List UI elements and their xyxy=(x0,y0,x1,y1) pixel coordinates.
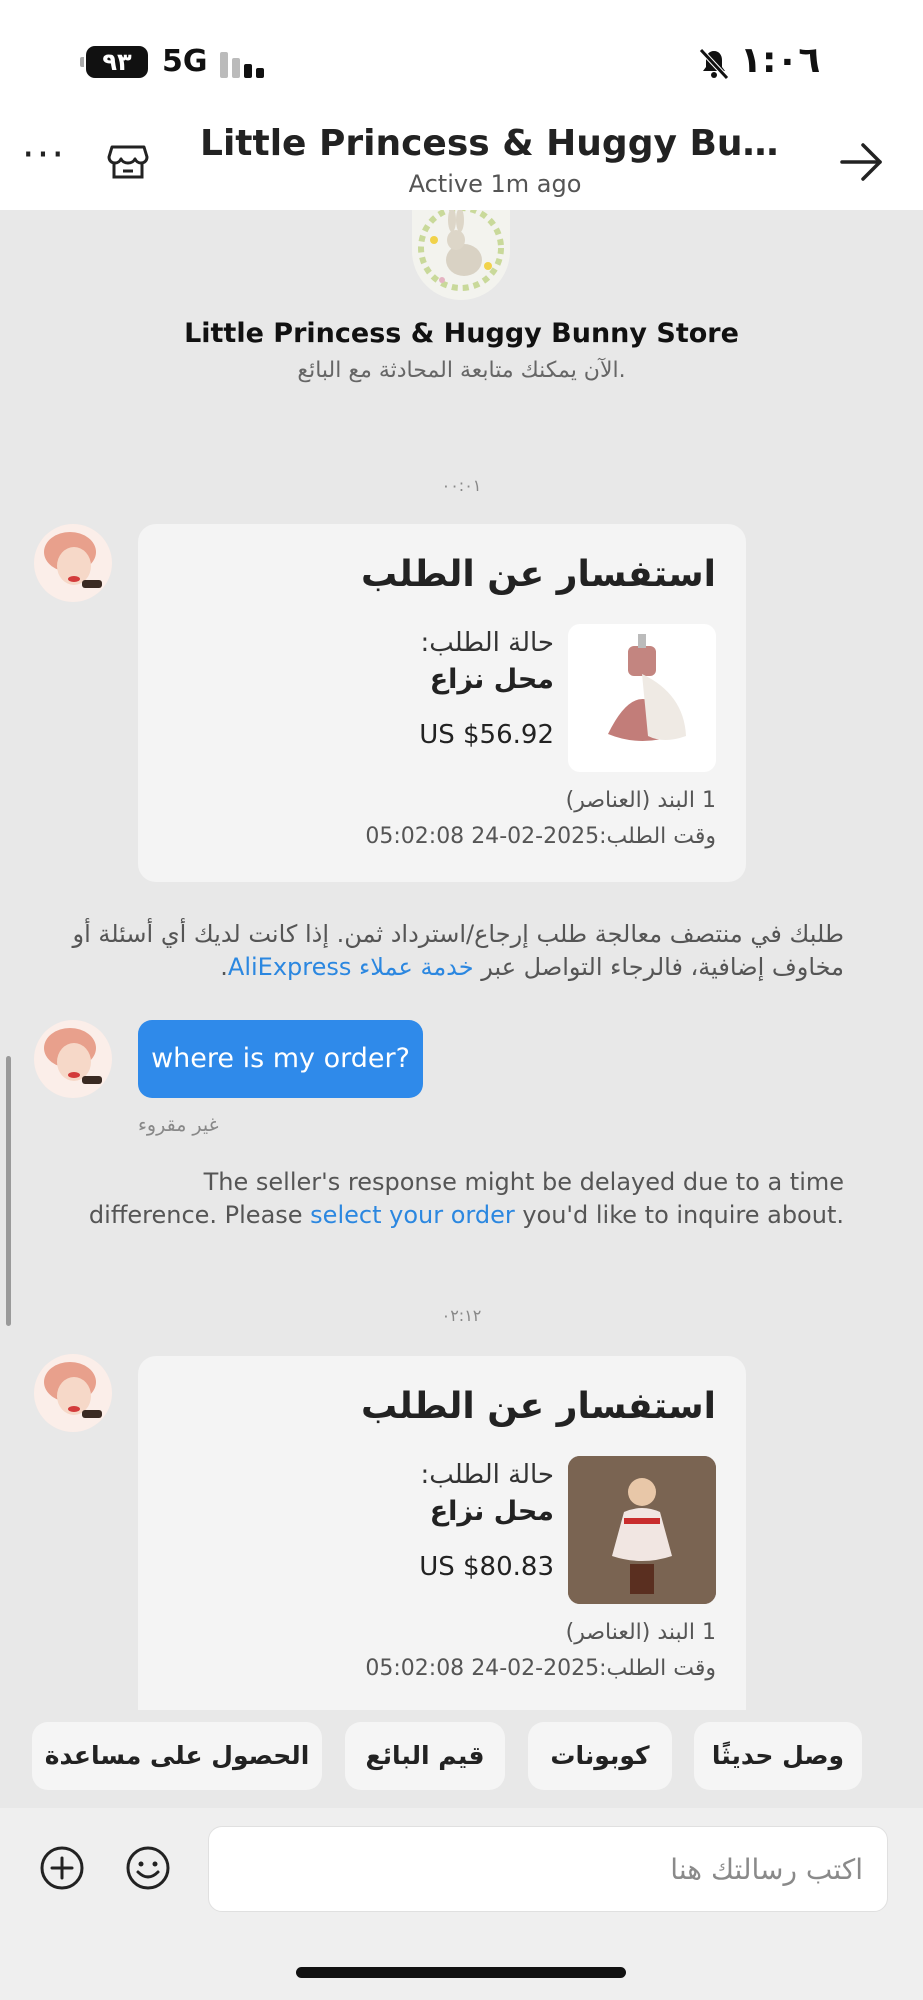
card-title: استفسار عن الطلب xyxy=(360,554,716,595)
mute-icon xyxy=(699,48,729,80)
order-card[interactable]: استفسار عن الطلب حالة الطلب: محل نزاع US… xyxy=(138,1356,746,1710)
store-avatar[interactable] xyxy=(412,210,510,300)
product-image[interactable] xyxy=(568,624,716,772)
order-status-label: حالة الطلب: xyxy=(420,628,555,658)
order-card[interactable]: استفسار عن الطلب حالة الطلب: محل نزاع US… xyxy=(138,524,746,882)
item-count: 1 البند (العناصر) xyxy=(565,788,716,813)
status-bar: ٩٣ 5G ١:٠٦ xyxy=(0,0,923,115)
item-count: 1 البند (العناصر) xyxy=(565,1620,716,1645)
product-image[interactable] xyxy=(568,1456,716,1604)
chat-header: ··· Little Princess & Huggy Bunny S... A… xyxy=(0,115,923,210)
customer-service-link[interactable]: خدمة عملاء AliExpress xyxy=(228,953,474,981)
user-avatar xyxy=(34,524,112,602)
timestamp: ٠٢:١٢ xyxy=(441,1306,482,1325)
more-icon[interactable]: ··· xyxy=(20,135,68,175)
message-input[interactable] xyxy=(208,1826,888,1912)
order-status-label: حالة الطلب: xyxy=(420,1460,555,1490)
order-time: وقت الطلب:2025-02-24 05:02:08 xyxy=(365,1656,716,1681)
signal-icon xyxy=(218,48,270,78)
order-status-value: محل نزاع xyxy=(429,1496,554,1527)
clock: ١:٠٦ xyxy=(740,40,821,81)
order-status-value: محل نزاع xyxy=(429,664,554,695)
emoji-icon[interactable] xyxy=(124,1844,172,1892)
new-arrivals-chip[interactable]: وصل حديثًا xyxy=(694,1722,862,1790)
delay-note: The seller's response might be delayed d… xyxy=(88,1168,844,1229)
header-title: Little Princess & Huggy Bunny S... xyxy=(200,123,790,164)
store-name: Little Princess & Huggy Bunny Store xyxy=(184,318,739,349)
get-help-chip[interactable]: الحصول على مساعدة xyxy=(32,1722,322,1790)
active-status: Active 1m ago xyxy=(408,170,582,198)
coupons-chip[interactable]: كوبونات xyxy=(528,1722,672,1790)
user-message-bubble[interactable]: where is my order? xyxy=(138,1020,423,1098)
chat-area[interactable]: Little Princess & Huggy Bunny Store الآن… xyxy=(0,210,923,1710)
unread-label: غير مقروء xyxy=(138,1114,219,1136)
order-price: US $56.92 xyxy=(419,720,554,750)
order-price: US $80.83 xyxy=(419,1552,554,1582)
quick-actions: وصل حديثًا كوبونات قيم البائع الحصول على… xyxy=(0,1710,923,1810)
scrollbar[interactable] xyxy=(6,1056,11,1326)
store-note: الآن يمكنك متابعة المحادثة مع البائع. xyxy=(297,358,626,383)
user-avatar xyxy=(34,1020,112,1098)
card-title: استفسار عن الطلب xyxy=(360,1386,716,1427)
select-order-link[interactable]: select your order xyxy=(310,1201,515,1229)
store-icon[interactable] xyxy=(104,137,152,185)
network-type: 5G xyxy=(162,44,208,79)
user-avatar xyxy=(34,1354,112,1432)
refund-note: طلبك في منتصف معالجة طلب إرجاع/استرداد ث… xyxy=(72,920,844,981)
rate-seller-chip[interactable]: قيم البائع xyxy=(345,1722,505,1790)
back-arrow-icon[interactable] xyxy=(836,137,886,187)
order-time: وقت الطلب:2025-02-24 05:02:08 xyxy=(365,824,716,849)
battery-indicator: ٩٣ xyxy=(80,46,148,78)
plus-icon[interactable] xyxy=(38,1844,86,1892)
home-indicator[interactable] xyxy=(296,1967,626,1978)
timestamp: ٠٠:٠١ xyxy=(441,476,482,495)
